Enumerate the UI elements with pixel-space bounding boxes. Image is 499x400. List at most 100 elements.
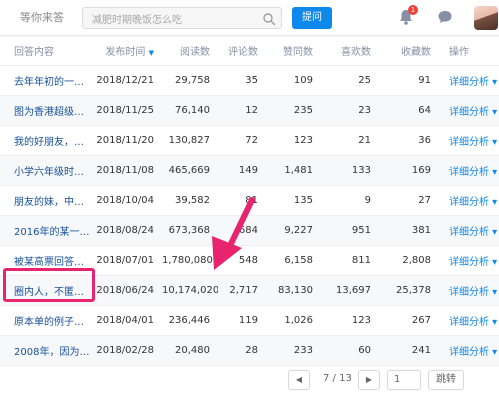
tab-waiting-answers[interactable]: 等你来答 [20, 9, 64, 25]
table-row: 2008年，因为受… 2018/02/28 20,480 28 233 60 2… [0, 335, 499, 366]
cell-upvotes: 1,481 [266, 155, 321, 186]
cell-upvotes: 235 [266, 95, 321, 126]
detail-analysis-link[interactable]: 详细分析 ▾ [439, 65, 499, 96]
table-header-row: 回答内容 发布时间 ▼ 阅读数 评论数 赞同数 喜欢数 收藏数 操作 [0, 37, 499, 66]
detail-analysis-link[interactable]: 详细分析 ▾ [439, 245, 499, 276]
ask-question-button[interactable]: 提问 [292, 7, 332, 29]
detail-analysis-link[interactable]: 详细分析 ▾ [439, 125, 499, 156]
cell-date: 2018/08/24 [92, 215, 162, 246]
prev-page-button[interactable]: ◀ [288, 370, 310, 390]
answer-title-link[interactable]: 我的好朋友，小名… [0, 125, 92, 156]
column-header-upvotes[interactable]: 赞同数 [266, 37, 321, 66]
cell-favorites: 27 [379, 185, 439, 216]
cell-comments: 28 [218, 335, 266, 366]
cell-date: 2018/10/04 [92, 185, 162, 216]
detail-analysis-link[interactable]: 详细分析 ▾ [439, 275, 499, 306]
notification-badge: 1 [408, 5, 418, 15]
detail-analysis-link[interactable]: 详细分析 ▾ [439, 95, 499, 126]
answer-title-link[interactable]: 2016年的某一天… [0, 215, 92, 246]
next-page-button[interactable]: ▶ [358, 370, 380, 390]
cell-likes: 23 [321, 95, 379, 126]
table-row: 图为香港超级富豪… 2018/11/25 76,140 12 235 23 64… [0, 95, 499, 126]
cell-date: 2018/04/01 [92, 305, 162, 336]
cell-likes: 60 [321, 335, 379, 366]
cell-likes: 951 [321, 215, 379, 246]
search-icon[interactable] [262, 11, 276, 26]
column-header-ops: 操作 [439, 37, 499, 66]
cell-likes: 133 [321, 155, 379, 186]
cell-upvotes: 109 [266, 65, 321, 96]
detail-analysis-link[interactable]: 详细分析 ▾ [439, 215, 499, 246]
cell-date: 2018/11/25 [92, 95, 162, 126]
detail-analysis-link[interactable]: 详细分析 ▾ [439, 185, 499, 216]
column-header-title: 回答内容 [0, 37, 92, 66]
search-input[interactable] [83, 10, 259, 31]
column-header-comments[interactable]: 评论数 [218, 37, 266, 66]
cell-likes: 21 [321, 125, 379, 156]
answer-title-link[interactable]: 小学六年级时，在… [0, 155, 92, 186]
page-number-input[interactable]: 1 [387, 370, 421, 390]
cell-date: 2018/02/28 [92, 335, 162, 366]
answers-table: 回答内容 发布时间 ▼ 阅读数 评论数 赞同数 喜欢数 收藏数 操作 去年年初的… [0, 37, 499, 366]
next-arrow-icon: ▶ [365, 375, 373, 384]
cell-comments: 149 [218, 155, 266, 186]
table-row: 原本单的例子删了… 2018/04/01 236,446 119 1,026 1… [0, 305, 499, 336]
cell-reads: 130,827 [162, 125, 218, 156]
cell-comments: 684 [218, 215, 266, 246]
top-bar: 等你来答 提问 1 [0, 0, 499, 36]
cell-favorites: 169 [379, 155, 439, 186]
user-avatar[interactable] [474, 6, 498, 30]
cell-reads: 1,780,080 [162, 245, 218, 276]
page-indicator: 7 / 13 [323, 373, 352, 384]
cell-comments: 548 [218, 245, 266, 276]
search-box [82, 7, 282, 31]
cell-comments: 2,717 [218, 275, 266, 306]
cell-upvotes: 83,130 [266, 275, 321, 306]
cell-date: 2018/11/20 [92, 125, 162, 156]
detail-analysis-link[interactable]: 详细分析 ▾ [439, 155, 499, 186]
cell-reads: 76,140 [162, 95, 218, 126]
cell-date: 2018/11/08 [92, 155, 162, 186]
cell-comments: 72 [218, 125, 266, 156]
cell-likes: 123 [321, 305, 379, 336]
answer-title-link[interactable]: 原本单的例子删了… [0, 305, 92, 336]
cell-likes: 9 [321, 185, 379, 216]
cell-comments: 119 [218, 305, 266, 336]
highlight-box [3, 268, 95, 302]
table-row: 2016年的某一天… 2018/08/24 673,368 684 9,227 … [0, 215, 499, 246]
cell-favorites: 267 [379, 305, 439, 336]
cell-date: 2018/06/24 [92, 275, 162, 306]
jump-button[interactable]: 跳转 [428, 370, 464, 390]
answer-title-link[interactable]: 2008年，因为受… [0, 335, 92, 366]
detail-analysis-link[interactable]: 详细分析 ▾ [439, 335, 499, 366]
cell-favorites: 36 [379, 125, 439, 156]
cell-date: 2018/07/01 [92, 245, 162, 276]
column-header-reads[interactable]: 阅读数 [162, 37, 218, 66]
cell-likes: 811 [321, 245, 379, 276]
table-row: 小学六年级时，在… 2018/11/08 465,669 149 1,481 1… [0, 155, 499, 186]
answer-title-link[interactable]: 图为香港超级富豪… [0, 95, 92, 126]
cell-reads: 20,480 [162, 335, 218, 366]
cell-comments: 12 [218, 95, 266, 126]
cell-reads: 236,446 [162, 305, 218, 336]
prev-arrow-icon: ◀ [295, 375, 303, 384]
column-header-date[interactable]: 发布时间 ▼ [92, 37, 162, 66]
cell-reads: 29,758 [162, 65, 218, 96]
detail-analysis-link[interactable]: 详细分析 ▾ [439, 305, 499, 336]
cell-upvotes: 6,158 [266, 245, 321, 276]
message-bubble-icon[interactable] [437, 9, 453, 25]
cell-comments: 35 [218, 65, 266, 96]
cell-upvotes: 123 [266, 125, 321, 156]
cell-likes: 13,697 [321, 275, 379, 306]
answer-title-link[interactable]: 去年年初的一个早… [0, 65, 92, 96]
table-row: 去年年初的一个早… 2018/12/21 29,758 35 109 25 91… [0, 65, 499, 96]
table-row: 朋友的妹，中法混… 2018/10/04 39,582 81 135 9 27 … [0, 185, 499, 216]
column-header-likes[interactable]: 喜欢数 [321, 37, 379, 66]
cell-favorites: 381 [379, 215, 439, 246]
cell-upvotes: 9,227 [266, 215, 321, 246]
column-header-favorites[interactable]: 收藏数 [379, 37, 439, 66]
answer-title-link[interactable]: 朋友的妹，中法混… [0, 185, 92, 216]
sort-descending-icon[interactable]: ▼ [149, 49, 154, 57]
cell-upvotes: 135 [266, 185, 321, 216]
answers-table-panel: 回答内容 发布时间 ▼ 阅读数 评论数 赞同数 喜欢数 收藏数 操作 去年年初的… [0, 37, 499, 400]
